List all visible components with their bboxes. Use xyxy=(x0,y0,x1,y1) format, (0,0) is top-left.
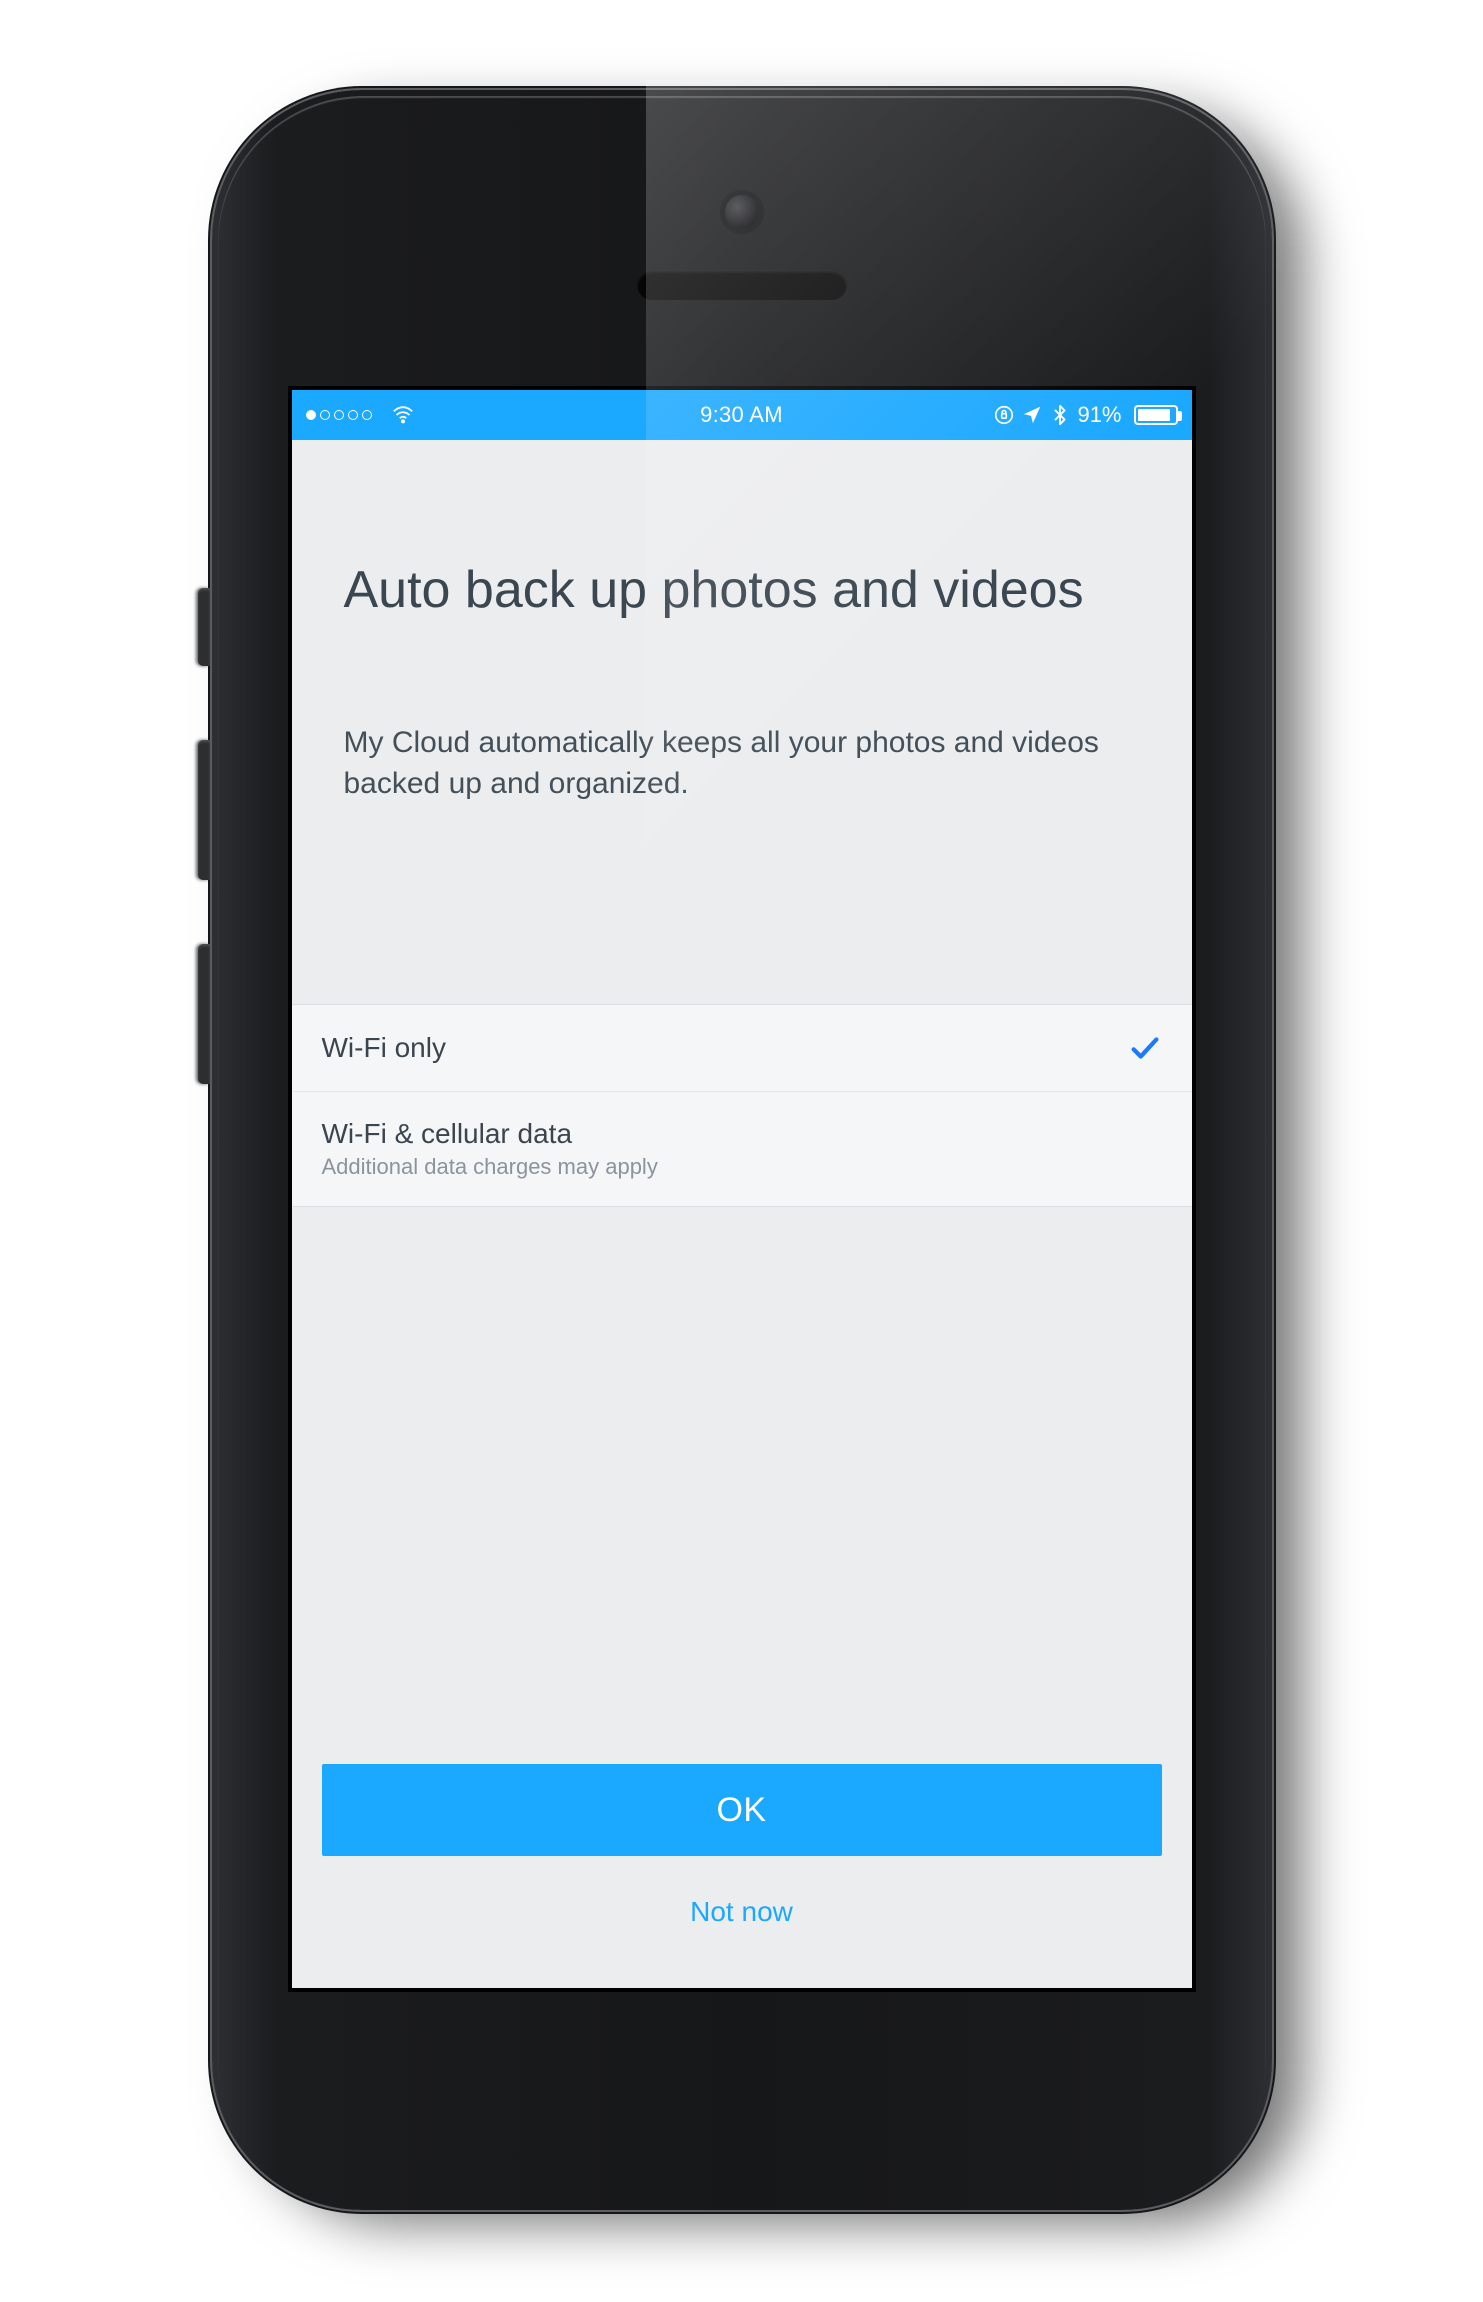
ok-button[interactable]: OK xyxy=(322,1764,1162,1856)
front-camera xyxy=(725,195,759,229)
option-label: Wi-Fi only xyxy=(322,1032,446,1064)
page-description: My Cloud automatically keeps all your ph… xyxy=(344,723,1140,804)
screen: 9:30 AM 91% xyxy=(292,390,1192,1988)
wifi-icon xyxy=(392,404,414,426)
cellular-signal-icon xyxy=(306,410,372,420)
phone-frame: 9:30 AM 91% xyxy=(212,90,1272,2210)
mute-switch xyxy=(198,588,210,666)
not-now-button[interactable]: Not now xyxy=(322,1896,1162,1928)
footer-actions: OK Not now xyxy=(292,1764,1192,1988)
option-label: Wi-Fi & cellular data xyxy=(322,1118,658,1150)
status-right: 91% xyxy=(993,402,1177,428)
option-subtitle: Additional data charges may apply xyxy=(322,1154,658,1180)
option-wifi-cellular[interactable]: Wi-Fi & cellular data Additional data ch… xyxy=(292,1092,1192,1206)
main-content: Auto back up photos and videos My Cloud … xyxy=(292,440,1192,1207)
orientation-lock-icon xyxy=(993,404,1015,426)
page-title: Auto back up photos and videos xyxy=(344,560,1140,621)
volume-down-button xyxy=(198,944,210,1084)
status-bar: 9:30 AM 91% xyxy=(292,390,1192,440)
volume-up-button xyxy=(198,740,210,880)
check-icon xyxy=(1128,1031,1162,1065)
bluetooth-icon xyxy=(1049,404,1071,426)
backup-options: Wi-Fi only Wi-Fi & cellular data Additio… xyxy=(292,1004,1192,1207)
battery-icon xyxy=(1134,405,1178,425)
hero-section: Auto back up photos and videos My Cloud … xyxy=(292,440,1192,804)
option-wifi-only[interactable]: Wi-Fi only xyxy=(292,1005,1192,1092)
battery-percent: 91% xyxy=(1077,402,1121,428)
location-icon xyxy=(1021,404,1043,426)
status-left xyxy=(306,404,414,426)
earpiece-speaker xyxy=(637,270,847,300)
